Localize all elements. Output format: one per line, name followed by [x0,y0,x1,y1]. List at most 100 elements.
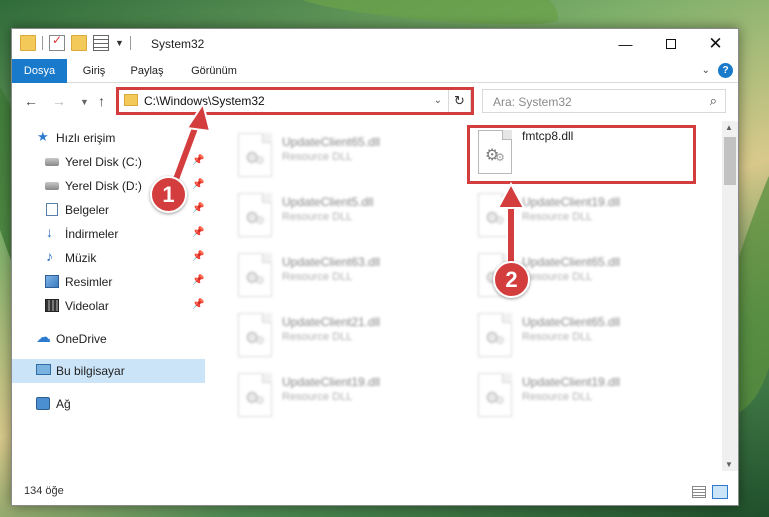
sidebar-item-this-pc[interactable]: Bu bilgisayar [12,359,205,383]
sidebar-item-local-disk-c[interactable]: Yerel Disk (C:) 📌 [12,150,205,174]
quick-access-toolbar: ▼ [20,33,131,51]
toolbar-separator [42,36,43,50]
large-icons-view-icon[interactable] [712,485,728,499]
gear-icon: ⚙ [495,335,505,347]
search-input[interactable]: Ara: System32 ⌕ [482,89,726,113]
file-name: UpdateClient19.dll [522,195,621,209]
file-name: UpdateClient65.dll [522,255,621,269]
tab-home[interactable]: Giriş [70,59,118,83]
file-item[interactable]: ⚙ ⚙ UpdateClient19.dll Resource DLL [470,189,700,245]
tab-file[interactable]: Dosya [12,59,67,83]
search-placeholder: Ara: System32 [493,95,572,109]
step-badge-1: 1 [150,176,187,213]
file-highlight-box [467,125,696,184]
gear-icon: ⚙ [255,395,265,407]
view-options-icon[interactable] [93,35,109,51]
sidebar-item-videos[interactable]: Videolar 📌 [12,294,205,318]
tab-view[interactable]: Görünüm [178,59,250,83]
file-type: Resource DLL [282,211,353,223]
pin-icon[interactable]: 📌 [192,251,204,262]
help-icon[interactable]: ? [718,63,733,78]
pin-icon[interactable]: 📌 [192,227,204,238]
expand-ribbon-icon[interactable]: ⌄ [702,65,710,76]
pin-icon[interactable]: 📌 [192,299,204,310]
tab-share[interactable]: Paylaş [122,59,172,83]
dll-file-icon: ⚙⚙ [238,373,272,417]
sidebar-item-quick-access[interactable]: ★ Hızlı erişim [12,126,205,150]
file-type: Resource DLL [522,391,593,403]
forward-arrow-icon[interactable]: → [52,93,66,109]
file-type: Resource DLL [522,331,593,343]
close-button[interactable]: ✕ [693,29,738,59]
star-icon: ★ [37,129,49,144]
file-type: Resource DLL [522,211,593,223]
window-title: System32 [151,37,205,51]
step-badge-2: 2 [493,261,530,298]
pin-icon[interactable]: 📌 [192,179,204,190]
sidebar-item-label: Yerel Disk (C:) [65,155,142,169]
file-type: Resource DLL [282,151,353,163]
sidebar-item-network[interactable]: Ağ [12,392,205,416]
cloud-icon: ☁ [36,329,51,346]
file-type: Resource DLL [282,331,353,343]
sidebar-item-pictures[interactable]: Resimler 📌 [12,270,205,294]
file-name: UpdateClient19.dll [522,375,621,389]
file-item[interactable]: ⚙⚙ UpdateClient65.dll Resource DLL [230,129,460,185]
file-name: UpdateClient19.dll [282,375,381,389]
search-icon[interactable]: ⌕ [710,93,717,109]
item-count: 134 öğe [24,485,64,497]
status-bar: 134 öğe [12,479,738,505]
file-item[interactable]: ⚙⚙ UpdateClient65.dll Resource DLL [470,309,700,365]
minimize-button[interactable]: — [603,29,648,59]
gear-icon: ⚙ [255,275,265,287]
toolbar-separator [129,36,131,50]
pictures-icon [45,275,59,288]
scroll-up-icon[interactable]: ▲ [725,123,733,132]
file-item[interactable]: ⚙ ⚙ UpdateClient63.dll Resource DLL [230,249,460,305]
sidebar-item-label: Ağ [56,397,71,411]
recent-locations-icon[interactable]: ▼ [80,97,89,107]
sidebar-item-downloads[interactable]: ↓ İndirmeler 📌 [12,222,205,246]
ribbon-tabs: Dosya Giriş Paylaş Görünüm ⌄ ? [12,59,738,83]
sidebar-item-label: Videolar [65,299,109,313]
dll-file-icon: ⚙⚙ [478,193,512,237]
sidebar-item-label: İndirmeler [65,227,119,241]
scroll-thumb[interactable] [724,137,736,185]
file-item[interactable]: ⚙ ⚙ UpdateClient19.dll Resource DLL [230,369,460,425]
maximize-icon [665,39,676,49]
file-item[interactable]: ⚙ ⚙ UpdateClient19.dll Resource DLL [470,369,700,425]
properties-icon[interactable] [49,33,65,51]
pin-icon[interactable]: 📌 [192,203,204,214]
dll-file-icon: ⚙⚙ [238,313,272,357]
sidebar-item-music[interactable]: ♪ Müzik 📌 [12,246,205,270]
details-view-icon[interactable] [692,486,706,498]
download-icon: ↓ [46,224,53,240]
wallpaper-leaf [297,0,563,32]
sidebar-item-onedrive[interactable]: ☁ OneDrive [12,327,205,351]
gear-icon: ⚙ [255,155,265,167]
sidebar-item-label: Belgeler [65,203,110,217]
up-arrow-icon[interactable]: ↑ [98,93,105,109]
dll-file-icon: ⚙⚙ [238,193,272,237]
file-item[interactable]: ⚙ ⚙ UpdateClient5.dll Resource DLL [230,189,460,245]
navigation-pane: ★ Hızlı erişim Yerel Disk (C:) 📌 Yerel D… [12,121,205,471]
chevron-down-icon[interactable]: ▼ [115,38,124,48]
file-name: UpdateClient65.dll [522,315,621,329]
sidebar-item-label: Hızlı erişim [56,131,116,145]
folder-icon[interactable] [20,35,36,51]
maximize-button[interactable] [648,29,693,59]
new-folder-icon[interactable] [71,35,87,51]
scroll-down-icon[interactable]: ▼ [725,460,733,469]
file-name: UpdateClient5.dll [282,195,374,209]
navigation-bar: ← → ▼ ↑ C:\Windows\System32 ⌄ ↻ Ara: Sys… [12,84,738,118]
computer-icon [36,364,51,375]
pin-icon[interactable]: 📌 [192,275,204,286]
back-arrow-icon[interactable]: ← [24,93,38,109]
gear-icon: ⚙ [255,215,265,227]
explorer-window: ▼ System32 — ✕ Dosya Giriş Paylaş Görünü… [11,28,739,506]
sidebar-item-label: Müzik [65,251,97,265]
file-name: UpdateClient21.dll [282,315,381,329]
file-item[interactable]: ⚙ ⚙ UpdateClient21.dll Resource DLL [230,309,460,365]
pin-icon[interactable]: 📌 [192,155,204,166]
vertical-scrollbar[interactable]: ▲ ▼ [722,121,738,471]
